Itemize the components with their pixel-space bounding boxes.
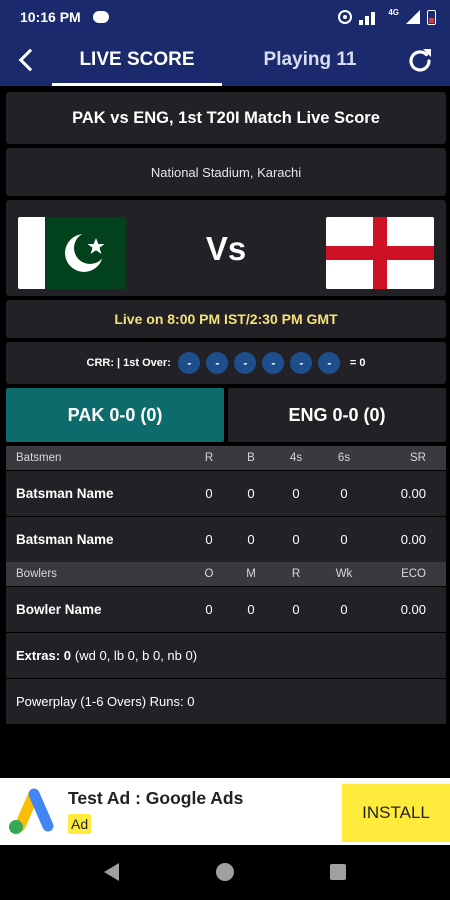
network-type-label: 4G [388, 7, 399, 17]
install-button[interactable]: INSTALL [342, 784, 450, 842]
bowler-economy: 0.00 [400, 602, 426, 617]
powerplay-row: Powerplay (1-6 Overs) Runs: 0 [6, 678, 446, 724]
refresh-icon[interactable] [404, 45, 436, 77]
table-row: Batsman Name 0 0 0 0 0.00 [6, 470, 446, 516]
tab-live-score[interactable]: LIVE SCORE [52, 34, 222, 86]
header-economy: ECO [401, 568, 426, 580]
teams-flags-card: Vs [6, 200, 446, 296]
system-nav-bar [0, 845, 450, 900]
england-flag-icon [326, 217, 434, 289]
team-pak-score-button[interactable]: PAK 0-0 (0) [6, 388, 224, 442]
header-wickets: Wk [335, 568, 353, 580]
batsman-fours: 0 [292, 532, 300, 547]
status-time: 10:16 PM [20, 9, 81, 25]
bowler-maidens: 0 [247, 602, 255, 617]
header-maidens: M [246, 568, 256, 580]
ball-3: - [234, 352, 257, 374]
live-score-content: PAK vs ENG, 1st T20I Match Live Score Na… [6, 92, 446, 728]
ball-2: - [206, 352, 229, 374]
batsman-strike-rate: 0.00 [400, 532, 426, 547]
network-activity-icon [359, 9, 381, 25]
batsman-name: Batsman Name [16, 532, 114, 547]
ball-6: - [318, 352, 341, 374]
ball-5: - [290, 352, 313, 374]
crr-label: CRR: [86, 357, 115, 369]
ad-badge: Ad [68, 814, 92, 834]
table-row: Batsman Name 0 0 0 0 0.00 [6, 516, 446, 562]
batsman-name: Batsman Name [16, 486, 114, 501]
header-overs: O [204, 568, 214, 580]
message-notification-icon [92, 11, 109, 23]
bowler-name: Bowler Name [16, 602, 102, 617]
header-strike-rate: SR [410, 452, 426, 464]
status-bar: 10:16 PM 4G [0, 0, 450, 34]
battery-icon [427, 9, 436, 25]
table-row: Bowler Name 0 0 0 0 0.00 [6, 586, 446, 632]
team-eng-score-button[interactable]: ENG 0-0 (0) [228, 388, 446, 442]
ball-1: - [178, 352, 201, 374]
batsman-runs: 0 [205, 532, 213, 547]
current-over-bar: CRR: | 1st Over: - - - - - - = 0 [6, 342, 446, 384]
batsman-sixes: 0 [340, 532, 348, 547]
tab-playing-11[interactable]: Playing 11 [240, 34, 380, 86]
batsman-balls: 0 [247, 532, 255, 547]
signal-icon [406, 10, 420, 24]
status-icons: 4G [338, 7, 436, 25]
match-venue: National Stadium, Karachi [6, 148, 446, 196]
team-score-toggle: PAK 0-0 (0) ENG 0-0 (0) [6, 388, 446, 442]
header-balls: B [247, 452, 255, 464]
batsman-balls: 0 [247, 486, 255, 501]
header-sixes: 6s [337, 452, 351, 464]
batting-header: Batsmen R B 4s 6s SR [6, 446, 446, 470]
header-runs: R [204, 452, 214, 464]
bowler-overs: 0 [205, 602, 213, 617]
hotspot-icon [338, 10, 353, 24]
batsman-runs: 0 [205, 486, 213, 501]
nav-recents-icon[interactable] [330, 864, 346, 880]
over-label: | 1st Over: [117, 357, 171, 369]
nav-back-icon[interactable] [104, 863, 119, 881]
header-runs-conceded: R [291, 568, 301, 580]
scorecard: Batsmen R B 4s 6s SR Batsman Name 0 0 0 … [6, 446, 446, 724]
extras-detail: (wd 0, lb 0, b 0, nb 0) [74, 648, 198, 663]
ad-banner[interactable]: Test Ad : Google Ads Ad INSTALL [0, 778, 450, 845]
ball-4: - [262, 352, 285, 374]
over-total: = 0 [349, 357, 366, 369]
back-arrow-icon[interactable] [14, 46, 42, 74]
app-bar: LIVE SCORE Playing 11 [0, 34, 450, 86]
header-batsmen: Batsmen [16, 452, 62, 464]
ad-title: Test Ad : Google Ads [68, 788, 244, 808]
bowler-runs: 0 [292, 602, 300, 617]
nav-home-icon[interactable] [216, 863, 234, 881]
extras-label: Extras: 0 [16, 648, 71, 663]
live-time-banner: Live on 8:00 PM IST/2:30 PM GMT [6, 300, 446, 338]
batsman-strike-rate: 0.00 [400, 486, 426, 501]
bowling-header: Bowlers O M R Wk ECO [6, 562, 446, 586]
batsman-sixes: 0 [340, 486, 348, 501]
header-bowlers: Bowlers [16, 568, 57, 580]
extras-row: Extras: 0 (wd 0, lb 0, b 0, nb 0) [6, 632, 446, 678]
google-ads-logo-icon [9, 788, 54, 834]
batsman-fours: 0 [292, 486, 300, 501]
match-title: PAK vs ENG, 1st T20I Match Live Score [6, 92, 446, 144]
bowler-wickets: 0 [340, 602, 348, 617]
header-fours: 4s [289, 452, 303, 464]
